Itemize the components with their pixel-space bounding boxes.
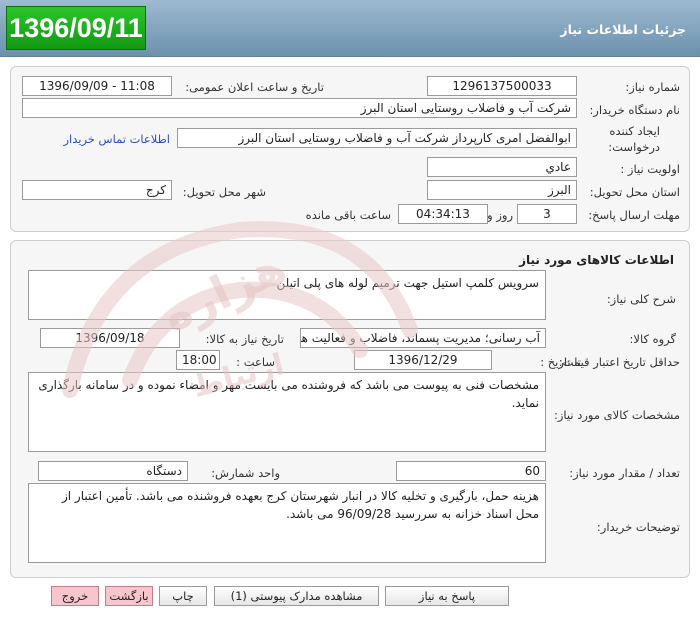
need-number-field: 1296137500033 xyxy=(427,76,577,96)
reply-button[interactable]: پاسخ به نیاز xyxy=(385,586,509,606)
general-desc-text: سرویس کلمپ استیل جهت ترمیم لوله های پلی … xyxy=(276,276,539,290)
buyer-label: نام دستگاه خریدار: xyxy=(589,103,680,117)
need-number-label: شماره نیاز: xyxy=(625,80,680,94)
days-field: 3 xyxy=(517,204,577,224)
group-label: گروه کالا: xyxy=(629,332,676,346)
header-bar: 1396/09/11 جزئیات اطلاعات نیاز xyxy=(0,0,700,57)
goods-section-title: اطلاعات کالاهای مورد نیاز xyxy=(519,253,674,267)
deadline-label: مهلت ارسال پاسخ: xyxy=(588,208,680,222)
specs-box: مشخصات فنی به پیوست می باشد که فروشنده م… xyxy=(28,372,546,452)
need-date-label: تاریخ نیاز به کالا: xyxy=(205,332,284,346)
announce-label: تاریخ و ساعت اعلان عمومی: xyxy=(185,80,324,94)
general-desc-box: سرویس کلمپ استیل جهت ترمیم لوله های پلی … xyxy=(28,270,546,320)
unit-field: دستگاه xyxy=(38,461,188,481)
specs-label: مشخصات کالای مورد نیاز: xyxy=(553,408,680,422)
days-label: روز و xyxy=(487,208,513,222)
page-title: جزئیات اطلاعات نیاز xyxy=(560,22,686,37)
creator-field: ابوالفضل امری کارپرداز شرکت آب و فاضلاب … xyxy=(177,128,577,148)
need-date-field: 1396/09/18 xyxy=(40,328,180,348)
announce-field: 1396/09/09 - 11:08 xyxy=(22,76,172,96)
priority-field: عادي xyxy=(427,157,577,177)
qty-field: 60 xyxy=(396,461,546,481)
buyer-notes-text: هزینه حمل، بارگیری و تخلیه کالا در انبار… xyxy=(61,489,539,521)
remaining-label: ساعت باقی مانده xyxy=(305,208,391,222)
until-date-field: 1396/12/29 xyxy=(354,350,492,370)
buyer-notes-label: توضیحات خریدار: xyxy=(596,520,680,534)
qty-label: تعداد / مقدار مورد نیاز: xyxy=(569,466,680,480)
hour-field: 18:00 xyxy=(176,350,220,370)
qty-value: 60 xyxy=(524,464,540,478)
print-button[interactable]: چاپ xyxy=(159,586,207,606)
back-button[interactable]: بازگشت xyxy=(105,586,153,606)
exit-button[interactable]: خروج xyxy=(51,586,99,606)
date-banner: 1396/09/11 xyxy=(6,6,146,50)
remaining-time-field: 04:34:13 xyxy=(398,204,488,224)
attachments-button[interactable]: مشاهده مدارک پیوستی (1) xyxy=(214,586,379,606)
hour-label: ساعت : xyxy=(236,355,275,369)
creator-label-line1: ایجاد کننده xyxy=(609,124,660,138)
creator-label-line2: درخواست: xyxy=(608,140,660,154)
priority-label: اولویت نیاز : xyxy=(620,162,680,176)
unit-label: واحد شمارش: xyxy=(211,466,280,480)
province-field: البرز xyxy=(427,180,577,200)
buyer-field: شرکت آب و فاضلاب روستایی استان البرز xyxy=(22,98,577,118)
specs-text: مشخصات فنی به پیوست می باشد که فروشنده م… xyxy=(38,378,539,410)
buyer-notes-box: هزینه حمل، بارگیری و تخلیه کالا در انبار… xyxy=(28,483,546,563)
group-field: آب رسانی؛ مدیریت پسماند، فاضلاب و فعالیت… xyxy=(300,328,546,348)
city-field: کرج xyxy=(22,180,172,200)
buyer-contact-link[interactable]: اطلاعات تماس خریدار xyxy=(63,132,170,146)
city-label: شهر محل تحویل: xyxy=(182,185,266,199)
general-desc-label: شرح کلی نیاز: xyxy=(606,292,676,306)
province-label: استان محل تحویل: xyxy=(589,185,680,199)
until-label: تا تاریخ : xyxy=(540,355,581,369)
